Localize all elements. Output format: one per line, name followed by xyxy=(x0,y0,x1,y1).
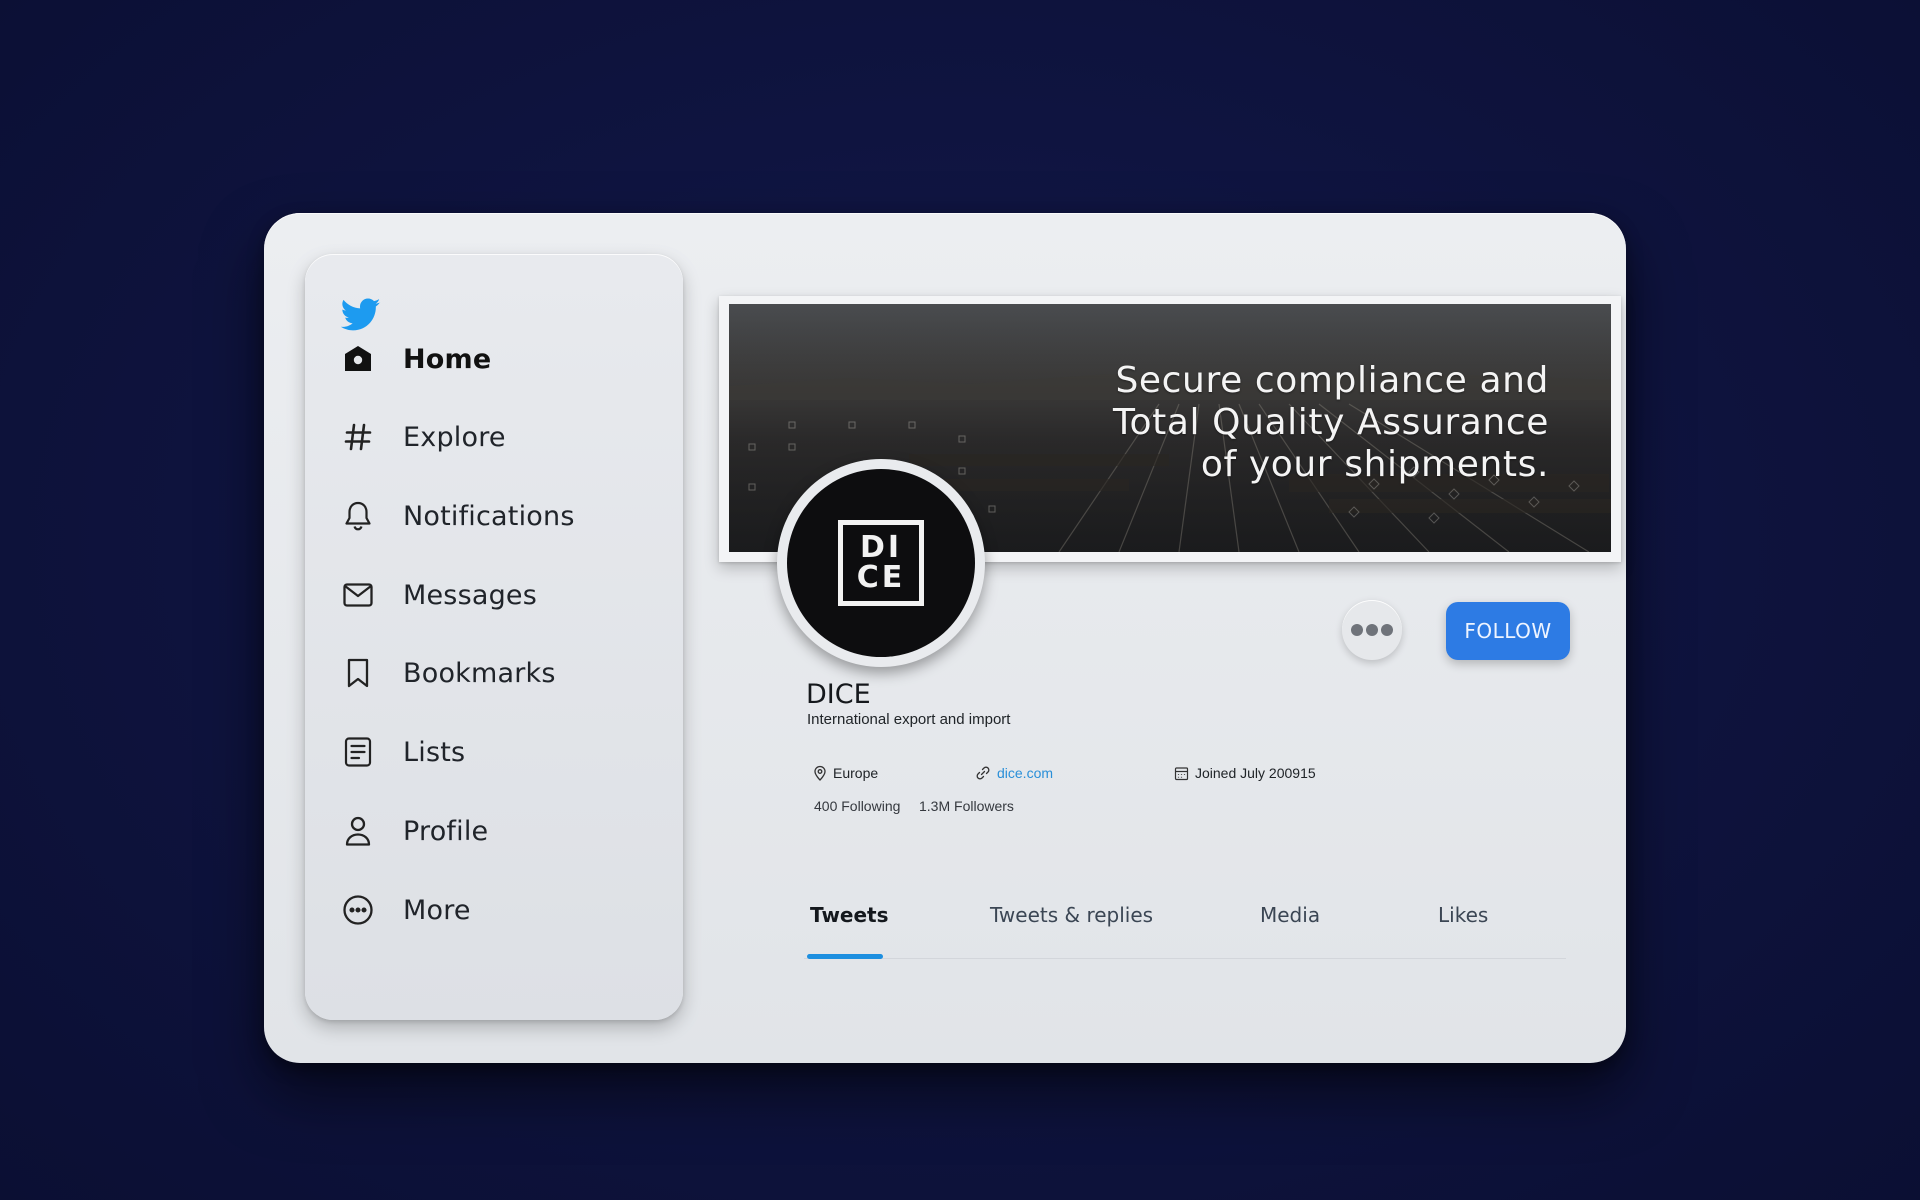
ellipsis-icon xyxy=(1351,624,1393,636)
hashtag-icon xyxy=(341,420,375,454)
sidebar-item-more[interactable]: More xyxy=(341,885,471,935)
following-count[interactable]: 400 Following xyxy=(814,798,900,814)
sidebar-item-bookmarks[interactable]: Bookmarks xyxy=(341,648,556,698)
sidebar-item-label: Notifications xyxy=(403,500,575,532)
bookmark-icon xyxy=(341,656,375,690)
location-pin-icon xyxy=(814,765,826,781)
sidebar-item-label: Bookmarks xyxy=(403,657,556,689)
calendar-icon xyxy=(1174,766,1189,780)
sidebar-item-explore[interactable]: Explore xyxy=(341,412,506,462)
tab-tweets-replies[interactable]: Tweets & replies xyxy=(990,903,1153,927)
sidebar-item-home[interactable]: Home xyxy=(341,334,491,384)
link-icon xyxy=(976,766,990,780)
sidebar-item-notifications[interactable]: Notifications xyxy=(341,491,575,541)
profile-tabs: Tweets Tweets & replies Media Likes xyxy=(804,903,1566,959)
sidebar-item-label: More xyxy=(403,894,471,926)
follow-button[interactable]: FOLLOW xyxy=(1446,602,1570,660)
sidebar-item-label: Messages xyxy=(403,579,538,611)
dice-logo: DI CE xyxy=(838,520,924,606)
profile-bio: International export and import xyxy=(807,711,1011,728)
tab-likes[interactable]: Likes xyxy=(1438,903,1488,927)
profile-location: Europe xyxy=(813,765,878,781)
banner-line: Total Quality Assurance xyxy=(1113,402,1549,443)
tab-media[interactable]: Media xyxy=(1260,903,1320,927)
person-icon xyxy=(341,814,375,848)
home-icon xyxy=(341,342,375,376)
sidebar-item-label: Explore xyxy=(403,421,506,453)
banner-line: of your shipments. xyxy=(1200,444,1549,485)
followers-count[interactable]: 1.3M Followers xyxy=(919,798,1014,814)
twitter-bird-icon[interactable] xyxy=(340,298,381,332)
profile-name: DICE xyxy=(806,679,871,710)
sidebar-item-profile[interactable]: Profile xyxy=(341,806,488,856)
profile-joined: Joined July 200915 xyxy=(1174,765,1316,781)
sidebar-item-lists[interactable]: Lists xyxy=(341,727,465,777)
mail-icon xyxy=(341,578,375,612)
sidebar-item-label: Home xyxy=(403,343,492,375)
bell-icon xyxy=(341,499,375,533)
sidebar-item-label: Lists xyxy=(403,736,466,768)
banner-line: Secure compliance and xyxy=(1115,360,1549,401)
sidebar-item-messages[interactable]: Messages xyxy=(341,570,537,620)
sidebar-nav: Home Explore Notifications Messages Book xyxy=(305,254,683,1020)
profile-card: Home Explore Notifications Messages Book xyxy=(264,213,1626,1063)
profile-website[interactable]: dice.com xyxy=(975,765,1053,781)
banner-headline: Secure compliance and Total Quality Assu… xyxy=(1113,360,1549,486)
active-tab-indicator xyxy=(807,954,883,959)
more-circle-icon xyxy=(341,893,375,927)
more-options-button[interactable] xyxy=(1342,600,1402,660)
sidebar-item-label: Profile xyxy=(403,815,489,847)
list-icon xyxy=(341,735,375,769)
avatar[interactable]: DI CE xyxy=(777,459,985,667)
tab-tweets[interactable]: Tweets xyxy=(810,903,889,927)
